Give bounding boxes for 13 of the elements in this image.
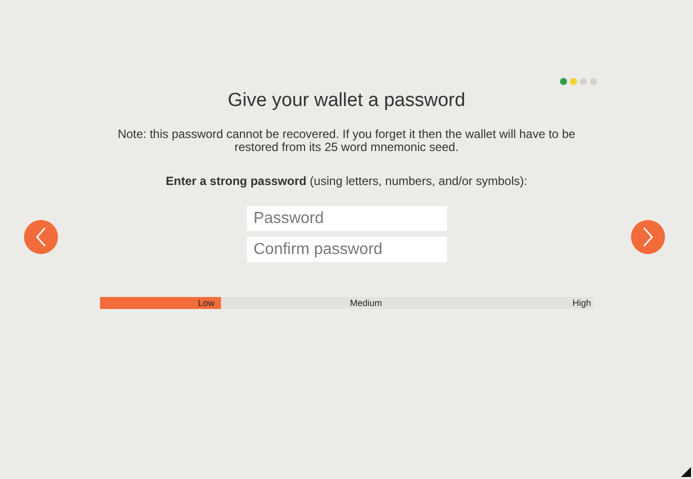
strength-label: Medium — [350, 297, 382, 309]
next-button[interactable] — [631, 220, 665, 254]
password-field[interactable]: Password — [246, 206, 446, 231]
strength-label: Low — [198, 297, 215, 309]
note-text: Note: this password cannot be recovered. If you forget it then the wallet will have to be restored from its 25 word mnemonic seed. — [116, 128, 576, 154]
prompt-text: Enter a strong password (using letters, numbers, and/or symbols): — [166, 174, 528, 188]
resize-grip-icon — [681, 467, 691, 477]
page-title: Give your wallet a password — [228, 90, 466, 112]
previous-button[interactable] — [24, 220, 58, 254]
chevron-left-icon — [35, 227, 47, 247]
password-field[interactable]: Confirm password — [246, 237, 446, 262]
strength-label: High — [572, 297, 591, 309]
chevron-right-icon — [642, 227, 654, 247]
